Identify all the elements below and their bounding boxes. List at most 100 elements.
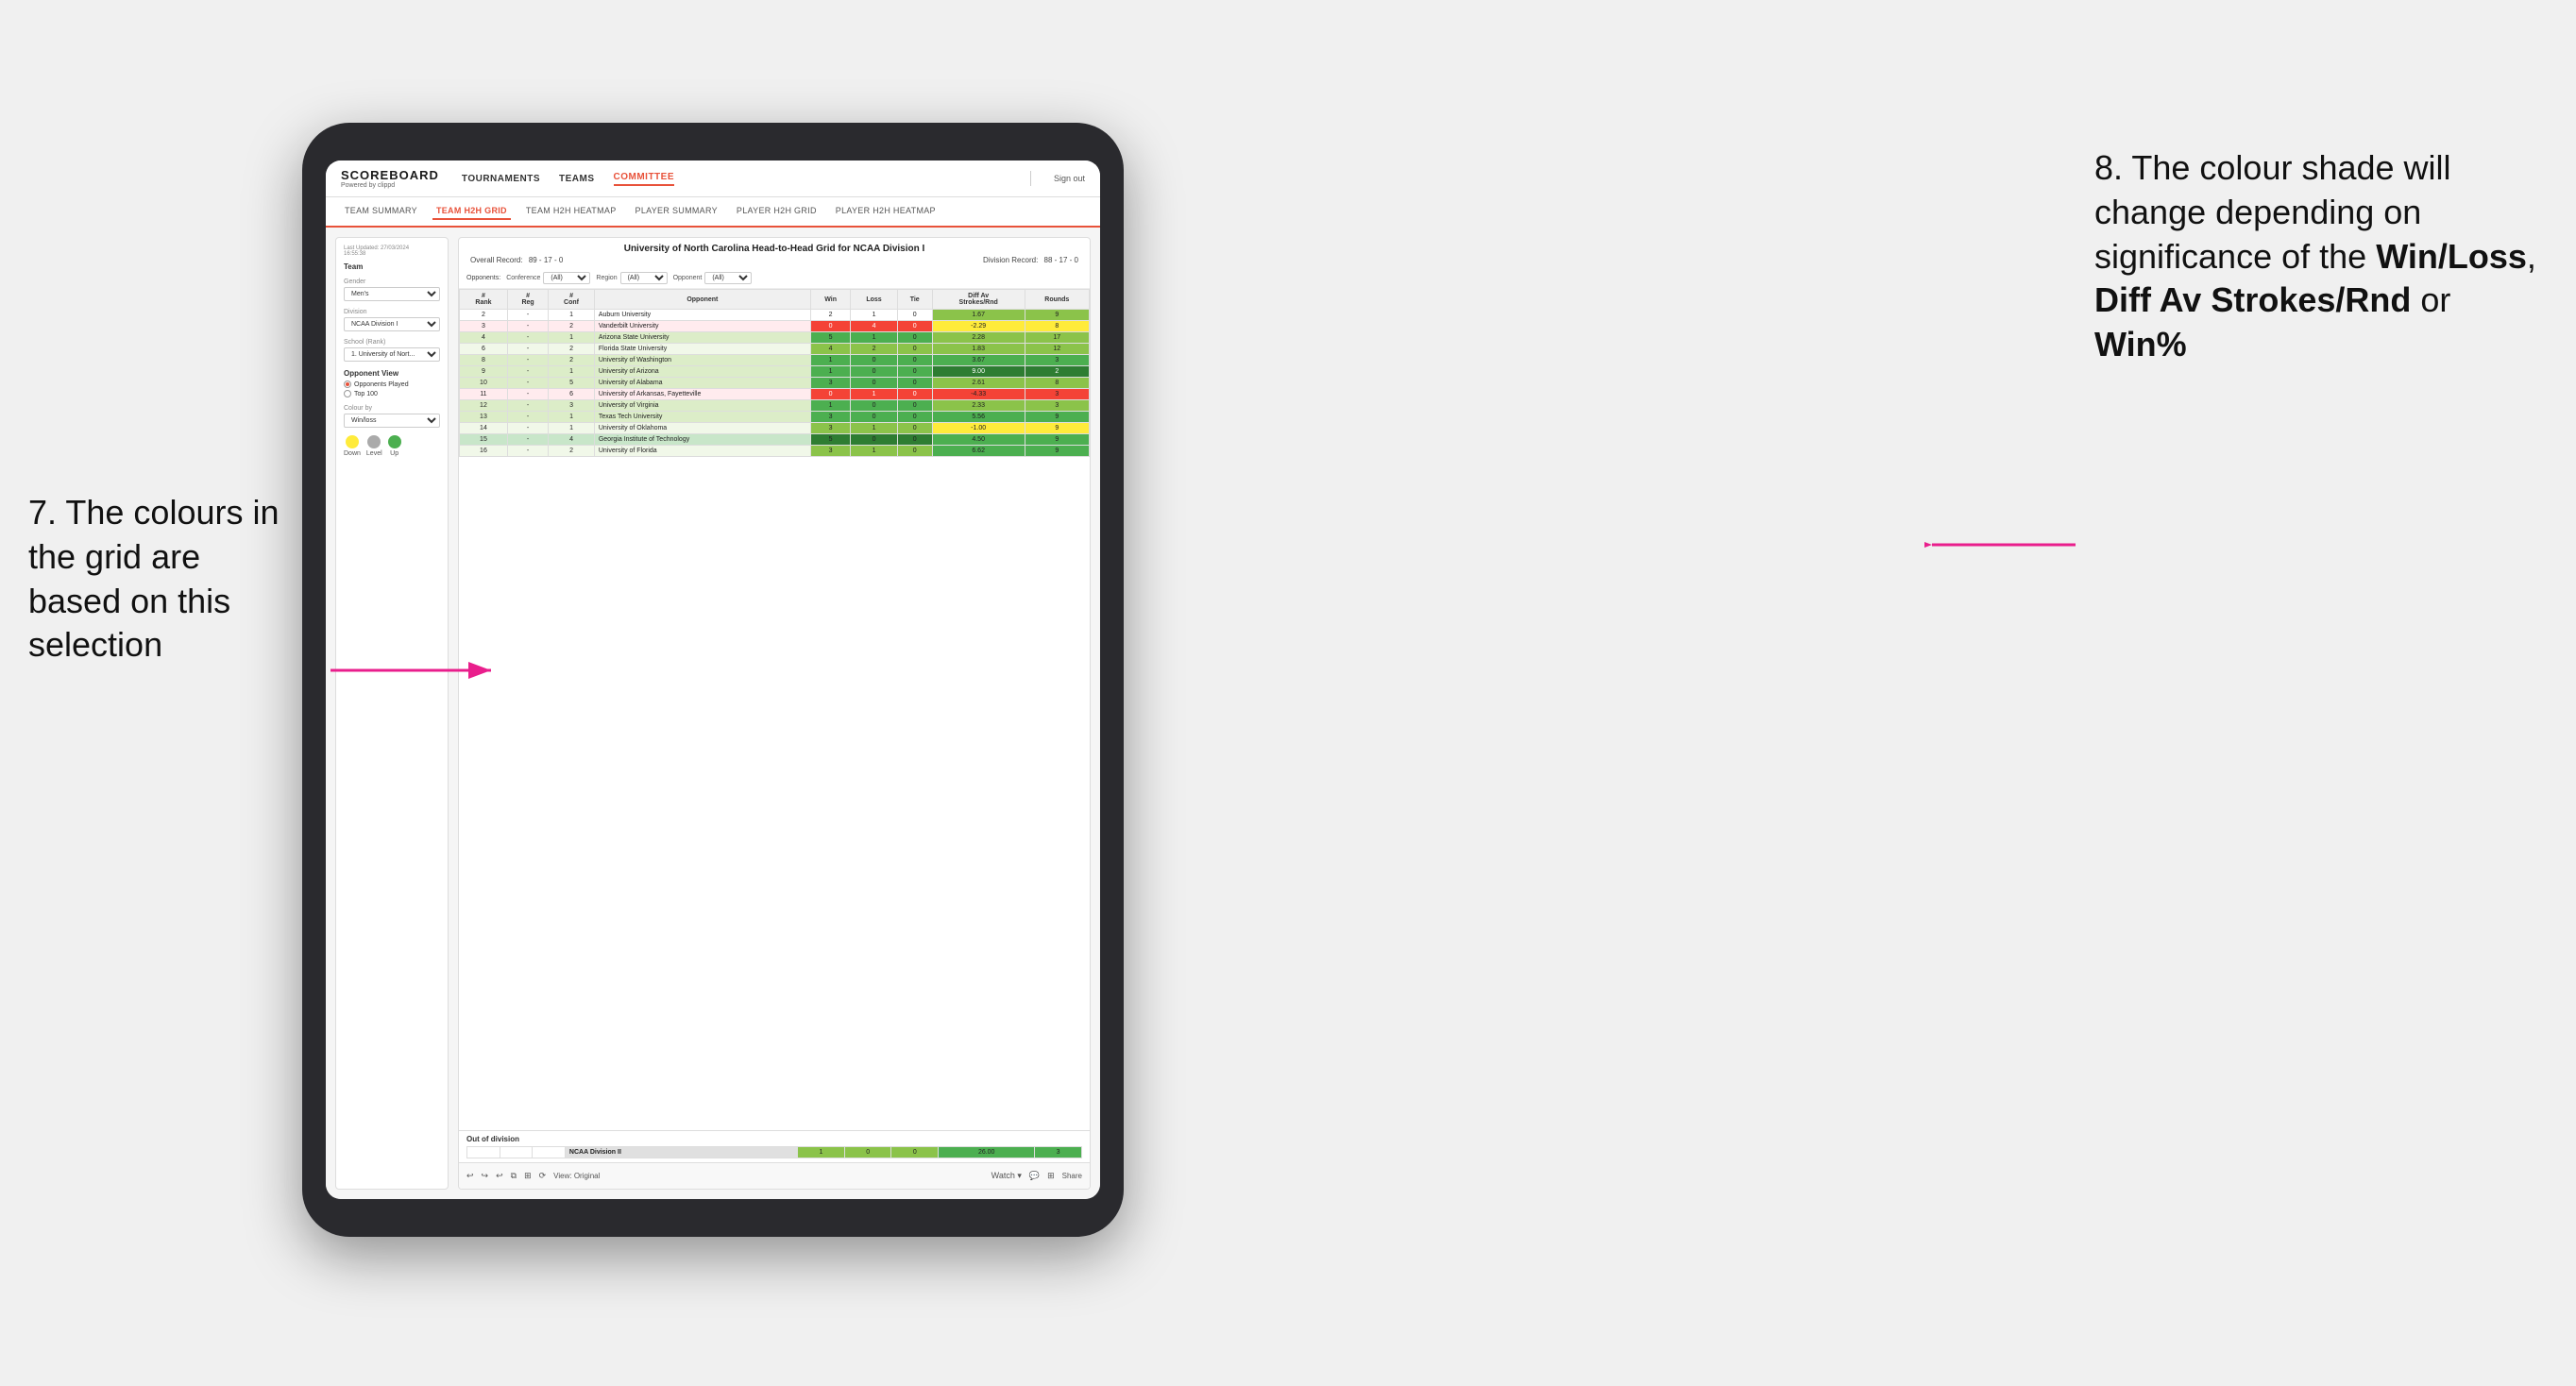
region-filter: Region (All) [596, 272, 667, 284]
top-nav: SCOREBOARD Powered by clippd TOURNAMENTS… [326, 161, 1100, 197]
cell-conf: 5 [549, 378, 595, 389]
nav-item-tournaments[interactable]: TOURNAMENTS [462, 174, 540, 184]
subnav-player-summary[interactable]: PLAYER SUMMARY [632, 203, 721, 220]
toolbar-copy[interactable]: ⧉ [511, 1171, 517, 1181]
grid-title: University of North Carolina Head-to-Hea… [459, 238, 1090, 256]
od-tie: 0 [891, 1147, 939, 1158]
sign-out[interactable]: Sign out [1054, 174, 1085, 183]
subnav-team-h2h-heatmap[interactable]: TEAM H2H HEATMAP [522, 203, 620, 220]
cell-win: 4 [810, 344, 850, 355]
subnav-player-h2h-heatmap[interactable]: PLAYER H2H HEATMAP [832, 203, 940, 220]
toolbar-redo[interactable]: ↪ [482, 1171, 489, 1181]
annotation-right-text: The colour shade will change depending o… [2094, 148, 2536, 363]
subnav-team-h2h-grid[interactable]: TEAM H2H GRID [432, 203, 511, 220]
cell-reg: - [507, 434, 548, 446]
toolbar-refresh[interactable]: ⟳ [539, 1171, 547, 1181]
cell-diff: 4.50 [932, 434, 1025, 446]
radio-label-opponents: Opponents Played [354, 381, 409, 388]
toolbar-more[interactable]: ⊞ [1047, 1171, 1055, 1181]
nav-item-teams[interactable]: TEAMS [559, 174, 595, 184]
opponent-select[interactable]: (All) [704, 272, 752, 284]
pink-arrow-left [330, 661, 500, 685]
toolbar-watch[interactable]: Watch ▾ [991, 1171, 1022, 1181]
cell-opponent: University of Washington [594, 355, 810, 366]
table-row: 4 - 1 Arizona State University 5 1 0 2.2… [460, 332, 1090, 344]
subnav-player-h2h-grid[interactable]: PLAYER H2H GRID [733, 203, 821, 220]
cell-win: 1 [810, 355, 850, 366]
cell-rounds: 9 [1025, 310, 1089, 321]
th-rounds: Rounds [1025, 290, 1089, 310]
toolbar-comment[interactable]: 💬 [1029, 1171, 1040, 1181]
cell-reg: - [507, 412, 548, 423]
table-row: 8 - 2 University of Washington 1 0 0 3.6… [460, 355, 1090, 366]
table-row: 6 - 2 Florida State University 4 2 0 1.8… [460, 344, 1090, 355]
od-rounds: 3 [1035, 1147, 1082, 1158]
cell-loss: 2 [851, 344, 897, 355]
overall-record: Overall Record: 89 - 17 - 0 [470, 256, 563, 264]
od-division: NCAA Division II [565, 1147, 797, 1158]
sidebar-school-section: School (Rank) 1. University of Nort... [344, 339, 440, 362]
cell-tie: 0 [897, 434, 932, 446]
cell-opponent: Auburn University [594, 310, 810, 321]
cell-tie: 0 [897, 389, 932, 400]
cell-rank: 14 [460, 423, 508, 434]
sidebar-division-section: Division NCAA Division I [344, 309, 440, 331]
division-select[interactable]: NCAA Division I [344, 317, 440, 331]
cell-reg: - [507, 446, 548, 457]
cell-rank: 2 [460, 310, 508, 321]
school-select[interactable]: 1. University of Nort... [344, 347, 440, 362]
subnav-team-summary[interactable]: TEAM SUMMARY [341, 203, 421, 220]
cell-rank: 10 [460, 378, 508, 389]
cell-conf: 3 [549, 400, 595, 412]
cell-win: 3 [810, 378, 850, 389]
pink-arrow-right [1924, 535, 2076, 559]
cell-win: 3 [810, 423, 850, 434]
cell-conf: 2 [549, 355, 595, 366]
toolbar-undo[interactable]: ↩ [466, 1171, 474, 1181]
arrow-right-svg [1924, 535, 2076, 554]
toolbar-back[interactable]: ↩ [496, 1171, 503, 1181]
th-loss: Loss [851, 290, 897, 310]
colour-by-label: Colour by [344, 405, 440, 412]
conference-select[interactable]: (All) [543, 272, 590, 284]
out-of-division-section: Out of division NCAA Division II 1 0 0 [459, 1130, 1090, 1162]
cell-conf: 2 [549, 321, 595, 332]
toolbar-share[interactable]: Share [1062, 1172, 1082, 1180]
cell-tie: 0 [897, 332, 932, 344]
out-division-row: NCAA Division II 1 0 0 26.00 3 [467, 1147, 1082, 1158]
conference-filter: Conference (All) [506, 272, 590, 284]
cell-win: 3 [810, 412, 850, 423]
gender-select[interactable]: Men's [344, 287, 440, 301]
radio-opponents-played[interactable]: Opponents Played [344, 380, 440, 388]
cell-opponent: University of Oklahoma [594, 423, 810, 434]
timestamp: Last Updated: 27/03/202416:55:38 [344, 245, 440, 257]
cell-reg: - [507, 378, 548, 389]
cell-tie: 0 [897, 378, 932, 389]
colour-by-select[interactable]: Win/loss [344, 414, 440, 428]
cell-conf: 2 [549, 344, 595, 355]
cell-rank: 11 [460, 389, 508, 400]
cell-win: 3 [810, 446, 850, 457]
region-select[interactable]: (All) [620, 272, 668, 284]
cell-win: 5 [810, 332, 850, 344]
grid-area: University of North Carolina Head-to-Hea… [458, 237, 1091, 1190]
cell-rounds: 2 [1025, 366, 1089, 378]
radio-top100[interactable]: Top 100 [344, 390, 440, 397]
th-win: Win [810, 290, 850, 310]
nav-item-committee[interactable]: COMMITTEE [614, 172, 675, 186]
cell-win: 5 [810, 434, 850, 446]
od-conf [533, 1147, 566, 1158]
cell-rounds: 9 [1025, 423, 1089, 434]
cell-diff: 1.67 [932, 310, 1025, 321]
annotation-left-number: 7. [28, 493, 57, 532]
school-label: School (Rank) [344, 339, 440, 346]
cell-rounds: 9 [1025, 446, 1089, 457]
cell-tie: 0 [897, 412, 932, 423]
cell-tie: 0 [897, 310, 932, 321]
team-label: Team [344, 262, 440, 271]
cell-tie: 0 [897, 446, 932, 457]
toolbar-grid[interactable]: ⊞ [524, 1171, 532, 1181]
view-original[interactable]: View: Original [553, 1172, 600, 1180]
cell-rounds: 3 [1025, 400, 1089, 412]
cell-rank: 4 [460, 332, 508, 344]
